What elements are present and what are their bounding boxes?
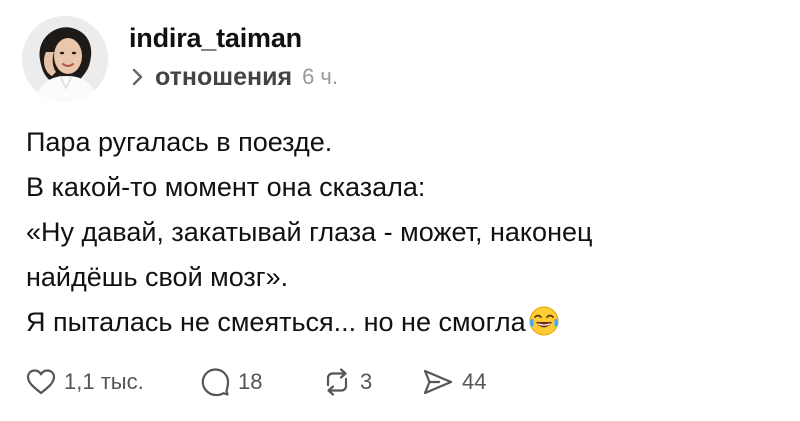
reply-count: 18 — [238, 369, 263, 394]
repost-arrows-icon — [326, 368, 348, 396]
heart-icon — [26, 369, 56, 395]
speech-bubble-icon — [201, 368, 230, 397]
repost-count: 3 — [360, 369, 373, 394]
avatar[interactable] — [22, 16, 108, 102]
share-count: 44 — [462, 369, 487, 394]
like-count: 1,1 тыс. — [64, 369, 144, 394]
post-line: Я пыталась не смеяться... но не смогла — [26, 307, 526, 337]
post-line: Пара ругалась в поезде. — [26, 127, 333, 157]
send-arrow-icon — [423, 369, 453, 395]
repost-button[interactable]: 3 — [322, 367, 402, 397]
post-line-last: Я пыталась не смеяться... но не смогла — [26, 300, 786, 345]
post-body: Пара ругалась в поезде. В какой-то момен… — [26, 120, 786, 345]
share-button[interactable]: 44 — [422, 368, 486, 396]
topic-tag[interactable]: отношения — [155, 63, 292, 92]
reply-button[interactable]: 18 — [200, 367, 300, 397]
post-line: В какой-то момент она сказала: — [26, 172, 426, 202]
face-with-tears-of-joy-icon — [529, 306, 559, 336]
post-timestamp: 6 ч. — [302, 64, 338, 89]
topic-row[interactable]: отношения 6 ч. — [129, 60, 338, 94]
thread-post: indira_taiman отношения 6 ч. Пара ругала… — [0, 0, 800, 421]
username[interactable]: indira_taiman — [129, 20, 302, 56]
post-line: «Ну давай, закатывай глаза - может, нако… — [26, 217, 593, 247]
post-line: найдёшь свой мозг». — [26, 262, 289, 292]
post-actions: 1,1 тыс. 18 3 44 — [26, 362, 486, 402]
chevron-right-icon — [132, 68, 143, 86]
like-button[interactable]: 1,1 тыс. — [26, 368, 176, 396]
